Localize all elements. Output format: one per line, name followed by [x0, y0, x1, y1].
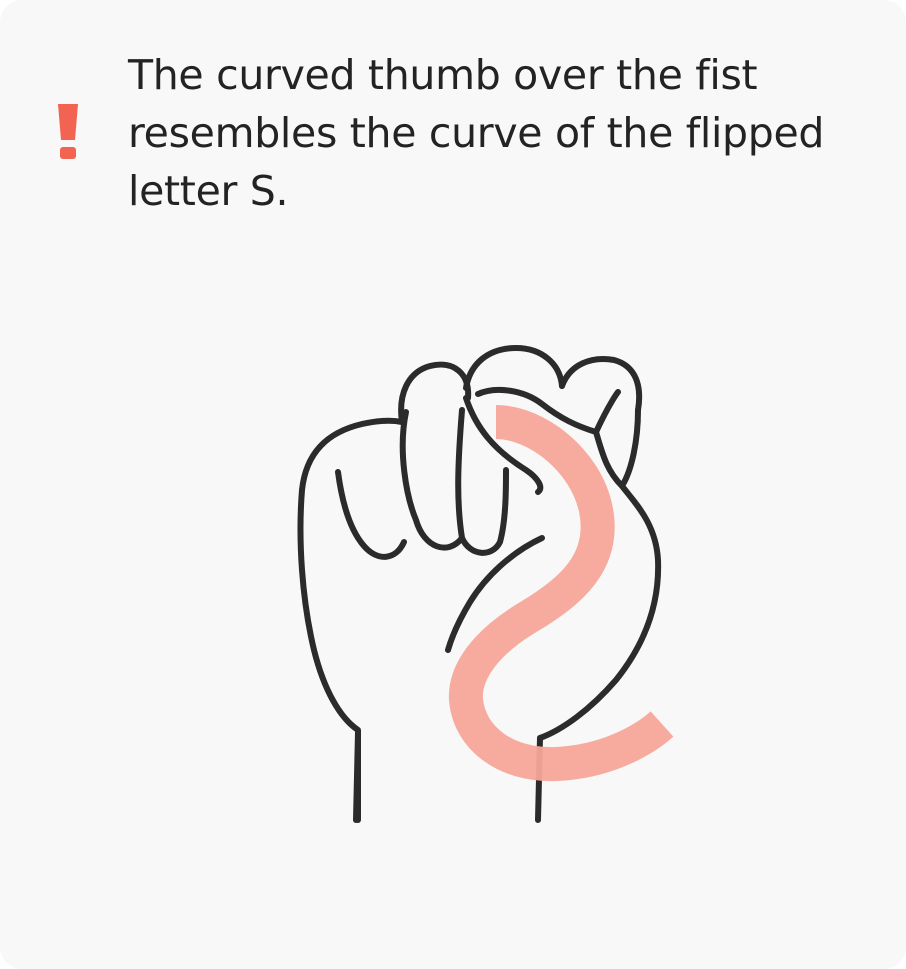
ring-finger-outline	[559, 356, 643, 413]
middle-finger-outline	[463, 345, 565, 391]
tip-text: The curved thumb over the fist resembles…	[128, 51, 825, 215]
index-finger-inner	[399, 409, 465, 551]
index-finger-outline	[398, 361, 472, 425]
exclamation-icon	[58, 104, 78, 159]
flipped-s-curve	[448, 405, 674, 782]
exclamation-bar	[58, 104, 78, 140]
exclamation-dot	[60, 147, 76, 159]
fist-s-illustration	[297, 345, 674, 823]
palm-left-outline	[297, 417, 405, 823]
thumb-inner	[335, 469, 407, 560]
tip-card: The curved thumb over the fist resembles…	[0, 0, 906, 969]
wrist-left	[353, 729, 361, 823]
